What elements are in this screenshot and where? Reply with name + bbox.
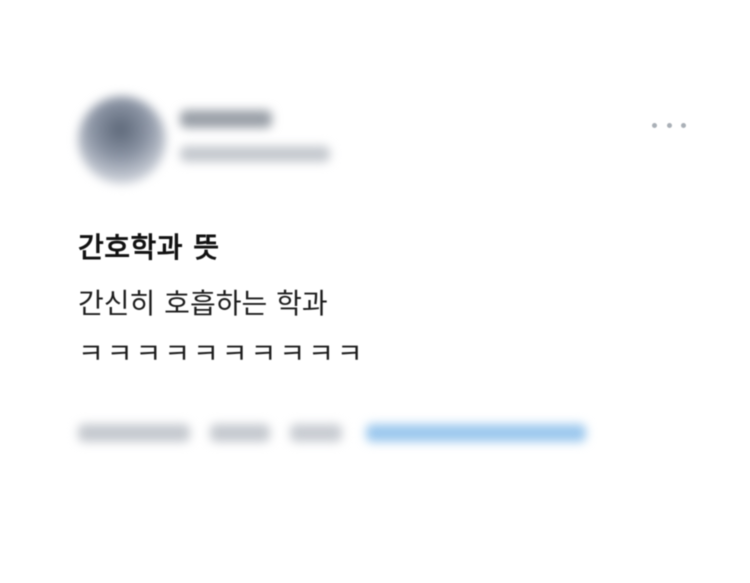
tweet-source-link-redacted[interactable] [366, 424, 586, 442]
menu-dot [652, 122, 657, 128]
tweet-date-redacted [210, 424, 270, 442]
tweet-body-line: 간신히 호흡하는 학과 [78, 287, 328, 320]
tweet-card: 간호학과 뜻 간신히 호흡하는 학과 ㅋㅋㅋㅋㅋㅋㅋㅋㅋㅋ [0, 0, 750, 583]
tweet-title: 간호학과 뜻 [78, 231, 220, 264]
tweet-meta-separator-redacted [290, 424, 342, 442]
author-handle-redacted[interactable] [180, 146, 330, 162]
tweet-time-redacted [78, 424, 190, 442]
author-display-name-redacted[interactable] [180, 110, 272, 128]
menu-dot [681, 122, 686, 128]
tweet-body-line: ㅋㅋㅋㅋㅋㅋㅋㅋㅋㅋ [78, 337, 366, 370]
menu-dot [666, 122, 672, 128]
avatar[interactable] [78, 96, 166, 184]
more-options-icon[interactable] [652, 116, 686, 134]
